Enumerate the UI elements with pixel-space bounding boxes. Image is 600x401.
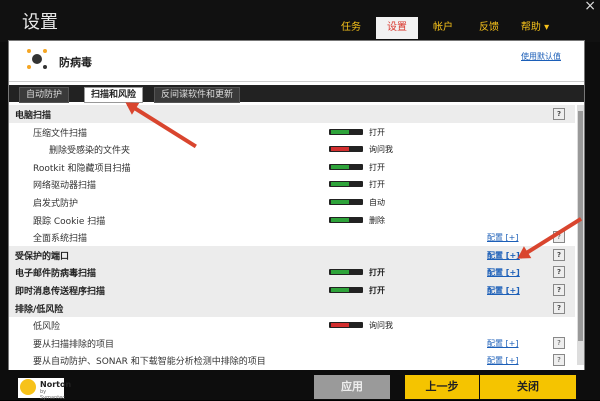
setting-label: 跟踪 Cookie 扫描 bbox=[33, 216, 106, 227]
nav-tab-settings[interactable]: 设置 bbox=[376, 17, 418, 39]
setting-label: 排除/低风险 bbox=[15, 304, 64, 315]
nav-tab-account[interactable]: 帐户 bbox=[422, 17, 464, 39]
subtab-antispyware-updates[interactable]: 反间谍软件和更新 bbox=[154, 87, 241, 103]
toggle-fill bbox=[331, 323, 349, 328]
setting-toggle[interactable] bbox=[329, 163, 363, 170]
toggle-fill bbox=[331, 147, 349, 152]
setting-state: 打开 bbox=[369, 162, 385, 172]
setting-row: Rootkit 和隐藏项目扫描 打开 bbox=[9, 158, 575, 176]
close-window-icon[interactable]: × bbox=[584, 0, 596, 14]
setting-row: 压缩文件扫描 打开 bbox=[9, 123, 575, 141]
settings-panel: 防病毒 使用默认值 自动防护 扫描和风险 反间谍软件和更新 电脑扫描? 压缩文件扫… bbox=[8, 40, 585, 374]
setting-row: 全面系统扫描 配置 [+]? bbox=[9, 228, 575, 246]
setting-row: 启发式防护 自动 bbox=[9, 193, 575, 211]
setting-label: 要从扫描排除的项目 bbox=[33, 339, 115, 350]
norton-check-icon bbox=[20, 379, 36, 395]
section-title: 防病毒 bbox=[59, 56, 92, 69]
setting-state: 删除 bbox=[369, 215, 385, 225]
setting-state: 打开 bbox=[369, 268, 385, 278]
help-icon[interactable]: ? bbox=[553, 284, 565, 296]
setting-label: 网络驱动器扫描 bbox=[33, 181, 97, 192]
configure-link[interactable]: 配置 [+] bbox=[487, 338, 519, 349]
back-button[interactable]: 上一步 bbox=[405, 375, 479, 399]
window-title: 设置 bbox=[22, 12, 58, 33]
help-icon[interactable]: ? bbox=[553, 248, 565, 261]
setting-row: 低风险 询问我 bbox=[9, 316, 575, 334]
section-header: 防病毒 使用默认值 bbox=[9, 41, 584, 82]
subtab-bar: 自动防护 扫描和风险 反间谍软件和更新 bbox=[9, 85, 584, 103]
configure-link[interactable]: 配置 [+] bbox=[487, 267, 520, 278]
setting-state: 询问我 bbox=[369, 321, 393, 331]
setting-state: 打开 bbox=[369, 180, 385, 190]
brand-sub: by Symantec bbox=[40, 389, 66, 401]
setting-label: 要从自动防护、SONAR 和下载智能分析检测中排除的项目 bbox=[33, 357, 266, 368]
toggle-fill bbox=[331, 270, 349, 275]
toggle-fill bbox=[331, 200, 349, 204]
setting-label: 全面系统扫描 bbox=[33, 234, 88, 245]
nav-tab-help[interactable]: 帮助 ▾ bbox=[514, 17, 556, 39]
nav-tab-feedback[interactable]: 反馈 bbox=[468, 17, 510, 39]
toggle-fill bbox=[331, 129, 349, 134]
use-defaults-link[interactable]: 使用默认值 bbox=[521, 51, 561, 62]
scrollbar-thumb[interactable] bbox=[578, 111, 583, 341]
setting-group-row: 排除/低风险? bbox=[9, 298, 575, 317]
apply-button[interactable]: 应用 bbox=[314, 375, 390, 399]
setting-label: 受保护的端口 bbox=[15, 251, 70, 262]
top-nav: 任务 设置 帐户 反馈 帮助 ▾ bbox=[330, 17, 560, 39]
configure-link[interactable]: 配置 [+] bbox=[487, 355, 519, 366]
setting-row: 网络驱动器扫描 打开 bbox=[9, 175, 575, 193]
scrollbar[interactable] bbox=[577, 105, 584, 365]
setting-label: 低风险 bbox=[33, 322, 61, 333]
setting-row: 删除受感染的文件夹 询问我 bbox=[9, 140, 575, 158]
configure-link[interactable]: 配置 [+] bbox=[487, 232, 519, 243]
setting-state: 打开 bbox=[369, 127, 385, 137]
toggle-fill bbox=[331, 217, 349, 222]
setting-state: 自动 bbox=[369, 198, 385, 207]
setting-label: 电脑扫描 bbox=[15, 111, 52, 121]
setting-state: 打开 bbox=[369, 286, 385, 295]
antivirus-icon bbox=[27, 49, 47, 69]
subtab-auto-protect[interactable]: 自动防护 bbox=[19, 87, 70, 103]
brand-name: Norton bbox=[40, 380, 72, 389]
setting-label: 压缩文件扫描 bbox=[33, 128, 88, 139]
toggle-fill bbox=[331, 164, 349, 169]
toggle-fill bbox=[331, 288, 349, 292]
setting-toggle[interactable] bbox=[329, 287, 363, 293]
setting-group-row: 受保护的端口 配置 [+]? bbox=[9, 245, 575, 264]
setting-row: 要从自动防护、SONAR 和下载智能分析检测中排除的项目 配置 [+]? bbox=[9, 351, 575, 369]
toggle-fill bbox=[331, 182, 349, 187]
close-button[interactable]: 关闭 bbox=[480, 375, 576, 399]
setting-label: 电子邮件防病毒扫描 bbox=[15, 269, 97, 280]
setting-group-row: 电子邮件防病毒扫描 打开 配置 [+]? bbox=[9, 263, 575, 282]
setting-group-row: 电脑扫描? bbox=[9, 105, 575, 123]
setting-toggle[interactable] bbox=[329, 199, 363, 205]
setting-label: 启发式防护 bbox=[33, 199, 79, 209]
setting-toggle[interactable] bbox=[329, 128, 363, 135]
setting-label: 删除受感染的文件夹 bbox=[49, 146, 131, 157]
setting-toggle[interactable] bbox=[329, 181, 363, 188]
help-icon[interactable]: ? bbox=[553, 354, 565, 367]
help-icon[interactable]: ? bbox=[553, 301, 565, 314]
setting-toggle[interactable] bbox=[329, 216, 363, 223]
setting-label: 即时消息传送程序扫描 bbox=[15, 287, 106, 297]
setting-row: 跟踪 Cookie 扫描 删除 bbox=[9, 211, 575, 229]
norton-logo: Norton by Symantec bbox=[18, 378, 71, 401]
setting-group-row: 即时消息传送程序扫描 打开 配置 [+]? bbox=[9, 281, 575, 299]
help-icon[interactable]: ? bbox=[553, 108, 565, 120]
setting-toggle[interactable] bbox=[329, 269, 363, 276]
setting-toggle[interactable] bbox=[329, 146, 363, 153]
help-icon[interactable]: ? bbox=[553, 336, 565, 349]
setting-toggle[interactable] bbox=[329, 322, 363, 329]
title-bar: 设置 × 任务 设置 帐户 反馈 帮助 ▾ bbox=[0, 0, 600, 42]
setting-state: 询问我 bbox=[369, 145, 393, 155]
setting-label: Rootkit 和隐藏项目扫描 bbox=[33, 163, 131, 174]
settings-window: 设置 × 任务 设置 帐户 反馈 帮助 ▾ 防病毒 使用默认值 自动防护 扫描和… bbox=[0, 0, 600, 401]
help-icon[interactable]: ? bbox=[553, 266, 565, 279]
setting-row: 要从扫描排除的项目 配置 [+]? bbox=[9, 334, 575, 352]
configure-link[interactable]: 配置 [+] bbox=[487, 285, 520, 296]
nav-tab-tasks[interactable]: 任务 bbox=[330, 17, 372, 39]
